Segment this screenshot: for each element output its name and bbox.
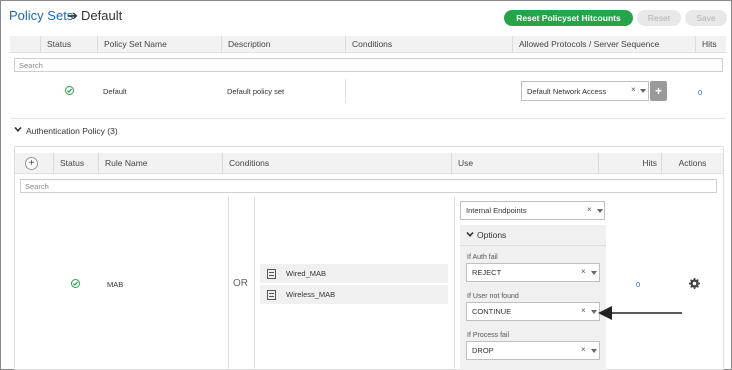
gear-icon[interactable] [689, 278, 700, 291]
save-button[interactable]: Save [685, 10, 727, 26]
rule-hits-count[interactable]: 0 [636, 280, 640, 289]
allowed-protocols-select[interactable]: Default Network Access [521, 81, 649, 101]
breadcrumb-policy-sets-link[interactable]: Policy Sets [9, 8, 73, 23]
clear-icon[interactable]: × [631, 85, 636, 94]
col-status: Status [40, 36, 97, 52]
condition-label: Wired_MAB [286, 269, 327, 278]
auth-policy-title[interactable]: Authentication Policy (3) [26, 126, 118, 136]
column-divider [345, 79, 346, 103]
chevron-down-icon[interactable] [640, 89, 646, 93]
policy-set-description: Default policy set [227, 87, 285, 96]
clear-icon[interactable]: × [587, 205, 592, 214]
identity-source-select[interactable]: Internal Endpoints [460, 201, 605, 220]
policy-hits-count[interactable]: 0 [698, 88, 702, 97]
col-allowed-protocols: Allowed Protocols / Server Sequence [512, 36, 695, 52]
auth-table-header: Status Rule Name Conditions Use Hits Act… [15, 153, 723, 174]
column-divider [454, 197, 455, 370]
page-title: Default [81, 8, 123, 23]
col-description: Description [221, 36, 345, 52]
clear-icon[interactable]: × [581, 345, 586, 354]
divider [10, 118, 726, 119]
col-policy-set-name: Policy Set Name [97, 36, 221, 52]
col-actions: Actions [661, 153, 723, 173]
condition-library-icon [267, 268, 276, 279]
auth-search-input[interactable]: Search [20, 179, 717, 193]
chevron-down-icon[interactable] [466, 231, 474, 240]
policy-search-input[interactable]: Search [14, 58, 723, 72]
status-enabled-icon [71, 279, 80, 288]
chevron-down-icon[interactable] [591, 310, 597, 314]
rule-name: MAB [107, 280, 124, 289]
policy-table-header: Status Policy Set Name Description Condi… [10, 36, 726, 53]
col-hits: Hits [598, 153, 661, 173]
chevron-down-icon[interactable] [591, 271, 597, 275]
chevron-down-icon[interactable] [14, 126, 22, 135]
condition-item[interactable]: Wireless_MAB [260, 285, 448, 304]
condition-library-icon [267, 289, 276, 300]
col-use: Use [451, 153, 598, 173]
clear-icon[interactable]: × [581, 267, 586, 276]
condition-label: Wireless_MAB [286, 290, 336, 299]
clear-icon[interactable]: × [581, 306, 586, 315]
condition-item[interactable]: Wired_MAB [260, 264, 448, 283]
condition-operator: OR [233, 278, 248, 289]
col-hits: Hits [695, 36, 726, 52]
chevron-down-icon[interactable] [597, 209, 603, 213]
col-conditions: Conditions [345, 36, 512, 52]
col-status: Status [53, 153, 98, 173]
column-divider [228, 197, 229, 370]
col-rule-name: Rule Name [98, 153, 222, 173]
if-user-not-found-label: If User not found [467, 293, 519, 300]
add-protocol-button[interactable]: + [650, 81, 667, 101]
options-toggle[interactable]: Options [477, 230, 506, 240]
reset-policyset-hitcounts-button[interactable]: Reset Policyset Hitcounts [504, 10, 633, 26]
if-user-not-found-select[interactable]: CONTINUE [466, 302, 600, 321]
col-conditions: Conditions [222, 153, 451, 173]
policy-set-name: Default [103, 87, 127, 96]
reset-button[interactable]: Reset [637, 10, 681, 26]
status-enabled-icon [65, 86, 74, 95]
column-divider [254, 197, 255, 370]
if-process-fail-select[interactable]: DROP [466, 341, 600, 360]
callout-arrow-icon [598, 306, 682, 320]
if-auth-fail-label: If Auth fail [467, 254, 498, 261]
add-rule-button[interactable]: + [25, 157, 38, 170]
chevron-down-icon[interactable] [591, 349, 597, 353]
if-process-fail-label: If Process fail [467, 332, 510, 339]
divider [460, 245, 606, 246]
breadcrumb-separator-icon: ➔ [67, 8, 78, 23]
if-auth-fail-select[interactable]: REJECT [466, 263, 600, 282]
